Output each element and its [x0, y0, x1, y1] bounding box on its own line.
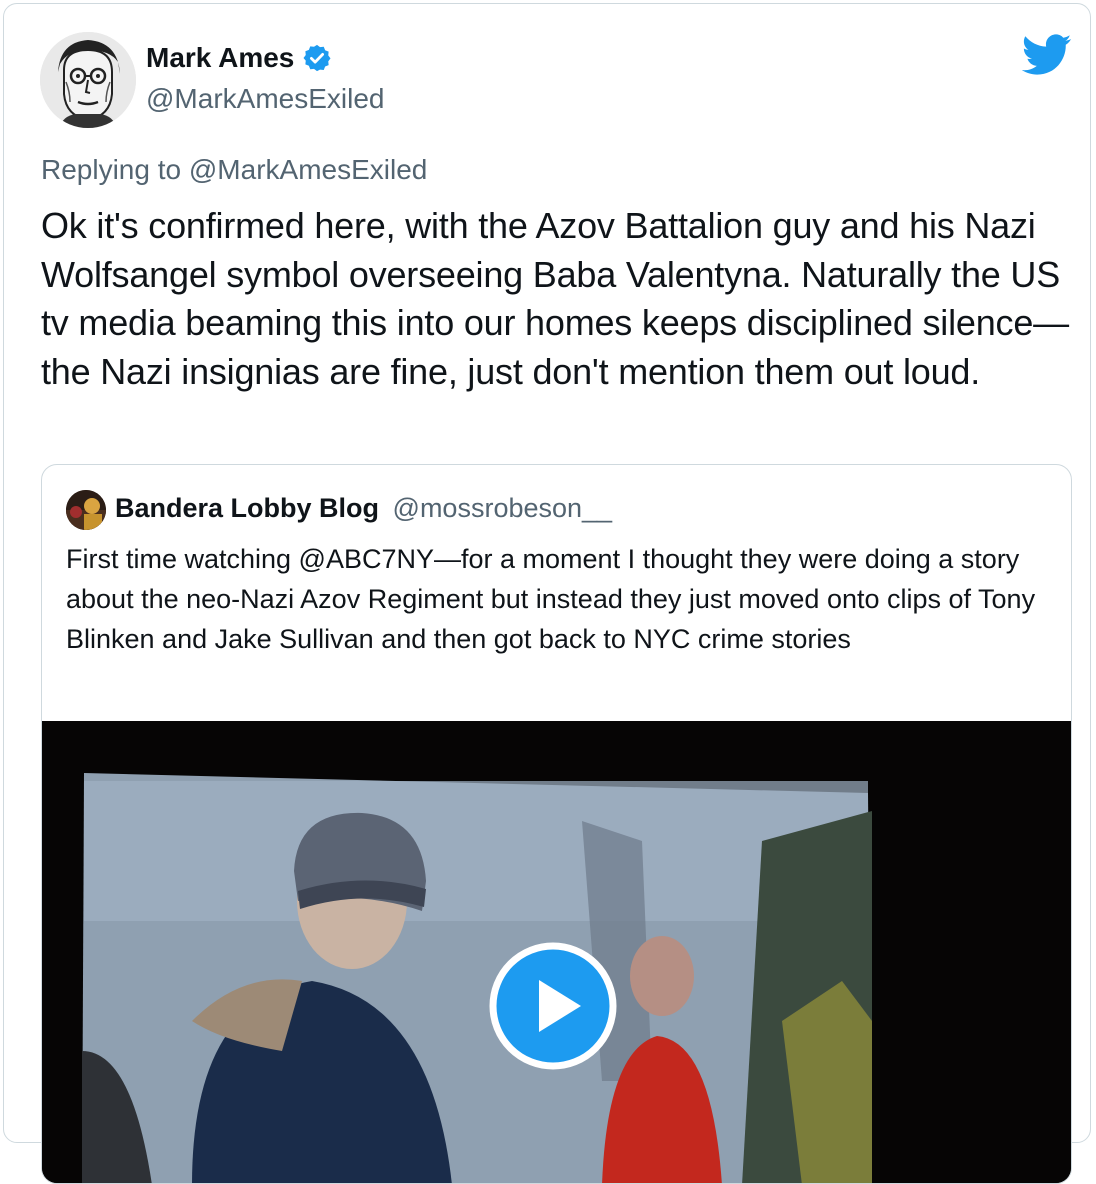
author-name[interactable]: Mark Ames	[146, 42, 294, 74]
quoted-author-avatar[interactable]	[66, 490, 106, 530]
tweet-text: Ok it's confirmed here, with the Azov Ba…	[41, 205, 1069, 392]
quoted-author-line: Bandera Lobby Blog @mossrobeson__	[115, 493, 612, 524]
twitter-bird-icon[interactable]	[1021, 34, 1072, 76]
quoted-tweet[interactable]: Bandera Lobby Blog @mossrobeson__ First …	[41, 464, 1072, 1184]
play-icon[interactable]	[489, 942, 617, 1070]
video-player[interactable]	[42, 721, 1071, 1183]
author-avatar[interactable]	[40, 32, 136, 128]
author-handle[interactable]: @MarkAmesExiled	[146, 83, 384, 115]
quoted-author-name[interactable]: Bandera Lobby Blog	[115, 493, 379, 523]
verified-badge-icon	[302, 43, 332, 73]
replying-to-handle-link[interactable]: @MarkAmesExiled	[189, 154, 427, 185]
replying-prefix: Replying to	[41, 154, 182, 185]
quoted-author-handle[interactable]: @mossrobeson__	[393, 493, 613, 523]
quoted-tweet-text: First time watching @ABC7NY—for a moment…	[66, 544, 1036, 654]
author-name-row: Mark Ames	[146, 42, 332, 74]
tweet-card: Mark Ames @MarkAmesExiled Replying to @M…	[3, 3, 1091, 1184]
replying-to-line: Replying to @MarkAmesExiled	[41, 154, 427, 186]
